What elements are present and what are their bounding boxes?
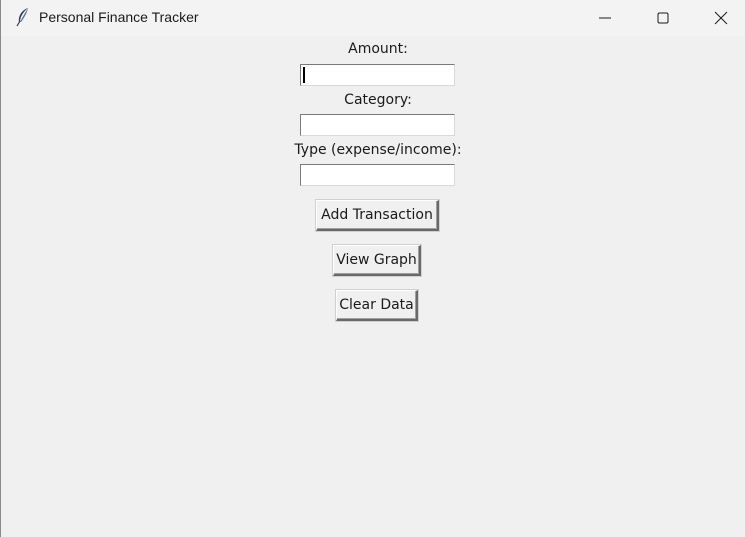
text-caret: [303, 67, 305, 83]
view-graph-button[interactable]: View Graph: [333, 245, 421, 276]
type-input[interactable]: [300, 164, 455, 186]
maximize-button[interactable]: [634, 0, 692, 36]
category-input[interactable]: [300, 114, 455, 136]
amount-label: Amount:: [348, 41, 408, 57]
feather-icon: [15, 7, 31, 27]
title-bar[interactable]: Personal Finance Tracker: [1, 0, 745, 36]
type-label: Type (expense/income):: [294, 142, 462, 158]
close-icon: [714, 11, 728, 25]
form-area: Amount: Category: Type (expense/income):…: [1, 36, 745, 537]
minimize-icon: [599, 17, 611, 19]
maximize-icon: [657, 12, 669, 24]
add-transaction-button[interactable]: Add Transaction: [316, 200, 439, 231]
window-title: Personal Finance Tracker: [39, 9, 199, 25]
amount-input[interactable]: [300, 64, 455, 86]
minimize-button[interactable]: [576, 0, 634, 36]
app-window: Personal Finance Tracker Amount: Categor…: [0, 0, 745, 537]
clear-data-button[interactable]: Clear Data: [336, 290, 418, 321]
close-button[interactable]: [692, 0, 745, 36]
category-label: Category:: [344, 92, 412, 108]
